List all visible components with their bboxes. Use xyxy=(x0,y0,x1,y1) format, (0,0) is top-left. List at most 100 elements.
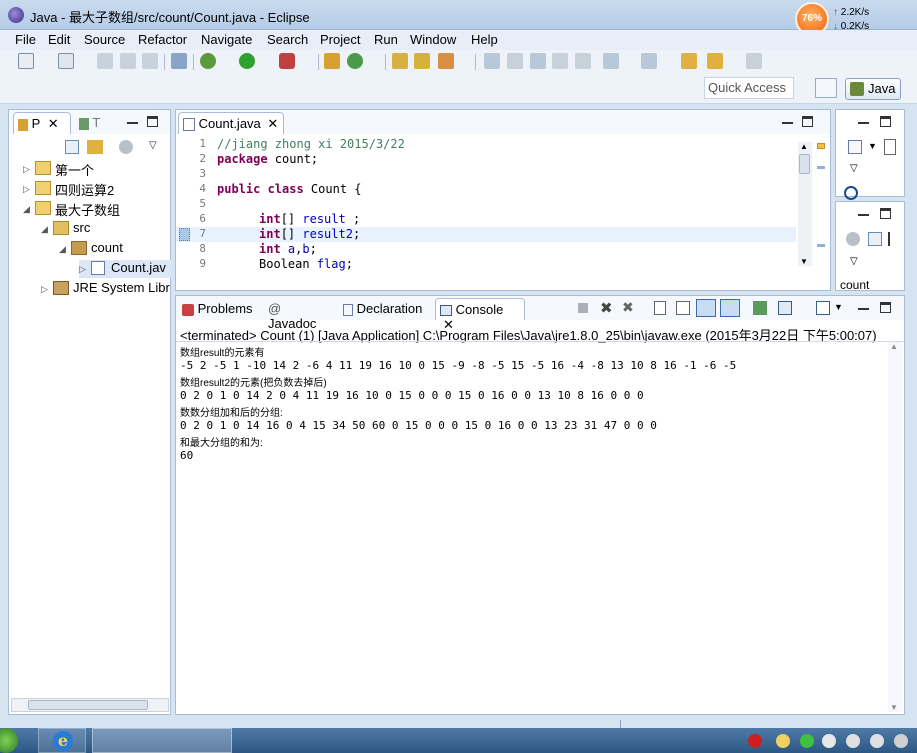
maximize-icon[interactable] xyxy=(880,116,891,127)
menu-edit[interactable]: Edit xyxy=(48,32,70,47)
focus-workset-icon[interactable] xyxy=(119,140,133,154)
maximize-icon[interactable] xyxy=(802,116,813,127)
quick-access-field[interactable]: Quick Access xyxy=(704,77,794,99)
pin-console-icon[interactable] xyxy=(753,301,767,315)
toggle-mark-icon[interactable] xyxy=(507,53,523,69)
new-class-icon[interactable] xyxy=(347,53,363,69)
tray-volume-icon[interactable] xyxy=(870,734,884,748)
open-task-icon[interactable] xyxy=(414,53,430,69)
overview-ruler-marker[interactable] xyxy=(817,143,825,149)
overview-ruler-marker[interactable] xyxy=(817,166,825,169)
menu-project[interactable]: Project xyxy=(320,32,360,47)
show-on-output-icon[interactable] xyxy=(720,299,740,317)
scrollbar-thumb[interactable] xyxy=(28,700,148,710)
search-icon[interactable] xyxy=(438,53,454,69)
menu-refactor[interactable]: Refactor xyxy=(138,32,187,47)
menu-search[interactable]: Search xyxy=(267,32,308,47)
tray-wifi-icon[interactable] xyxy=(846,734,860,748)
tab-problems[interactable]: Problems xyxy=(178,298,262,320)
prev-edit-location-icon[interactable] xyxy=(641,53,657,69)
minimize-icon[interactable] xyxy=(858,122,869,124)
new-java-project-icon[interactable] xyxy=(324,53,340,69)
menu-help[interactable]: Help xyxy=(471,32,498,47)
next-annotation-icon[interactable] xyxy=(484,53,500,69)
link-with-editor-icon[interactable] xyxy=(87,140,103,154)
scroll-up-icon[interactable]: ▲ xyxy=(800,142,808,151)
debug-icon[interactable] xyxy=(200,53,216,69)
maximize-icon[interactable] xyxy=(147,116,158,127)
outline-view-icon[interactable] xyxy=(846,232,860,246)
new-icon[interactable] xyxy=(18,53,34,69)
view-menu-icon[interactable]: ▽ xyxy=(149,140,157,151)
clear-console-icon[interactable] xyxy=(654,301,666,315)
minimize-icon[interactable] xyxy=(127,122,138,124)
scrollbar-thumb[interactable] xyxy=(799,154,810,174)
open-console-icon[interactable] xyxy=(816,301,830,315)
collapse-all-icon[interactable] xyxy=(65,140,79,154)
new-project-icon[interactable] xyxy=(58,53,74,69)
collapse-all-icon[interactable] xyxy=(868,232,882,246)
tab-javadoc[interactable]: @ Javadoc xyxy=(264,298,336,331)
tab-count-java[interactable]: Count.java ✕ xyxy=(178,112,284,134)
expand-icon[interactable]: ▷ xyxy=(23,184,30,195)
display-console-icon[interactable] xyxy=(778,301,792,315)
collapse-icon[interactable]: ◢ xyxy=(41,224,48,235)
minimize-icon[interactable] xyxy=(858,308,869,310)
console-vertical-scrollbar[interactable]: ▲ ▼ xyxy=(888,342,902,712)
horizontal-scrollbar[interactable] xyxy=(11,698,169,712)
maximize-icon[interactable] xyxy=(880,302,891,313)
close-icon[interactable]: ✕ xyxy=(48,116,59,131)
block-selection-icon[interactable] xyxy=(530,53,546,69)
remove-all-launches-icon[interactable]: ✖ xyxy=(622,299,634,316)
tray-flag-icon[interactable] xyxy=(822,734,836,748)
menu-run[interactable]: Run xyxy=(374,32,398,47)
tray-network-icon[interactable] xyxy=(748,734,762,748)
terminate-icon[interactable] xyxy=(578,303,588,313)
dropdown-icon[interactable]: ▼ xyxy=(834,302,843,312)
start-button[interactable] xyxy=(0,728,18,753)
expand-icon[interactable]: ▷ xyxy=(79,264,86,275)
dropdown-icon[interactable]: ▼ xyxy=(868,141,877,151)
forward-icon[interactable] xyxy=(746,53,762,69)
show-whitespace-icon[interactable] xyxy=(552,53,568,69)
last-edit-icon[interactable] xyxy=(681,53,697,69)
close-icon[interactable]: ✕ xyxy=(267,116,278,131)
tab-type-hierarchy[interactable]: T xyxy=(75,112,111,134)
skip-breakpoints-icon[interactable] xyxy=(171,53,187,69)
taskbar-eclipse[interactable] xyxy=(92,728,232,753)
menu-window[interactable]: Window xyxy=(410,32,456,47)
collapse-icon[interactable]: ◢ xyxy=(59,244,66,255)
outline-item[interactable]: count xyxy=(840,278,869,292)
tray-add-icon[interactable] xyxy=(800,734,814,748)
expand-icon[interactable]: ▷ xyxy=(41,284,48,295)
minimize-icon[interactable] xyxy=(782,122,793,124)
word-wrap-icon[interactable] xyxy=(696,299,716,317)
save-icon[interactable] xyxy=(97,53,113,69)
task-list-icon[interactable] xyxy=(848,140,862,154)
save-all-icon[interactable] xyxy=(120,53,136,69)
tab-package-explorer[interactable]: P ✕ xyxy=(13,112,71,134)
view-menu-icon[interactable]: ▽ xyxy=(850,256,858,267)
java-perspective-button[interactable]: Java xyxy=(845,78,901,100)
minimize-icon[interactable] xyxy=(858,214,869,216)
collapse-icon[interactable]: ◢ xyxy=(23,204,30,215)
expand-icon[interactable]: ▷ xyxy=(23,164,30,175)
scroll-up-icon[interactable]: ▲ xyxy=(890,342,898,351)
remove-launch-icon[interactable]: ✖ xyxy=(600,299,613,317)
back-icon[interactable] xyxy=(707,53,723,69)
console-output[interactable]: 数组result的元素有 -5 2 -5 1 -10 14 2 -6 4 11 … xyxy=(180,344,736,464)
scroll-down-icon[interactable]: ▼ xyxy=(890,703,898,712)
tab-declaration[interactable]: Declaration xyxy=(339,298,433,320)
maximize-icon[interactable] xyxy=(880,208,891,219)
next-edit-location-icon[interactable] xyxy=(603,53,619,69)
sort-icon[interactable] xyxy=(888,232,900,246)
open-perspective-icon[interactable] xyxy=(815,78,837,98)
tray-notification-icon[interactable] xyxy=(894,734,908,748)
tab-console[interactable]: Console ✕ xyxy=(435,298,525,332)
scroll-down-icon[interactable]: ▼ xyxy=(800,257,808,266)
filter-icon[interactable] xyxy=(884,139,896,155)
tray-qq-icon[interactable] xyxy=(776,734,790,748)
view-menu-icon[interactable]: ▽ xyxy=(850,163,858,174)
tree-item-java-file[interactable]: ▷ Count.jav xyxy=(79,260,171,278)
open-type-icon[interactable] xyxy=(392,53,408,69)
